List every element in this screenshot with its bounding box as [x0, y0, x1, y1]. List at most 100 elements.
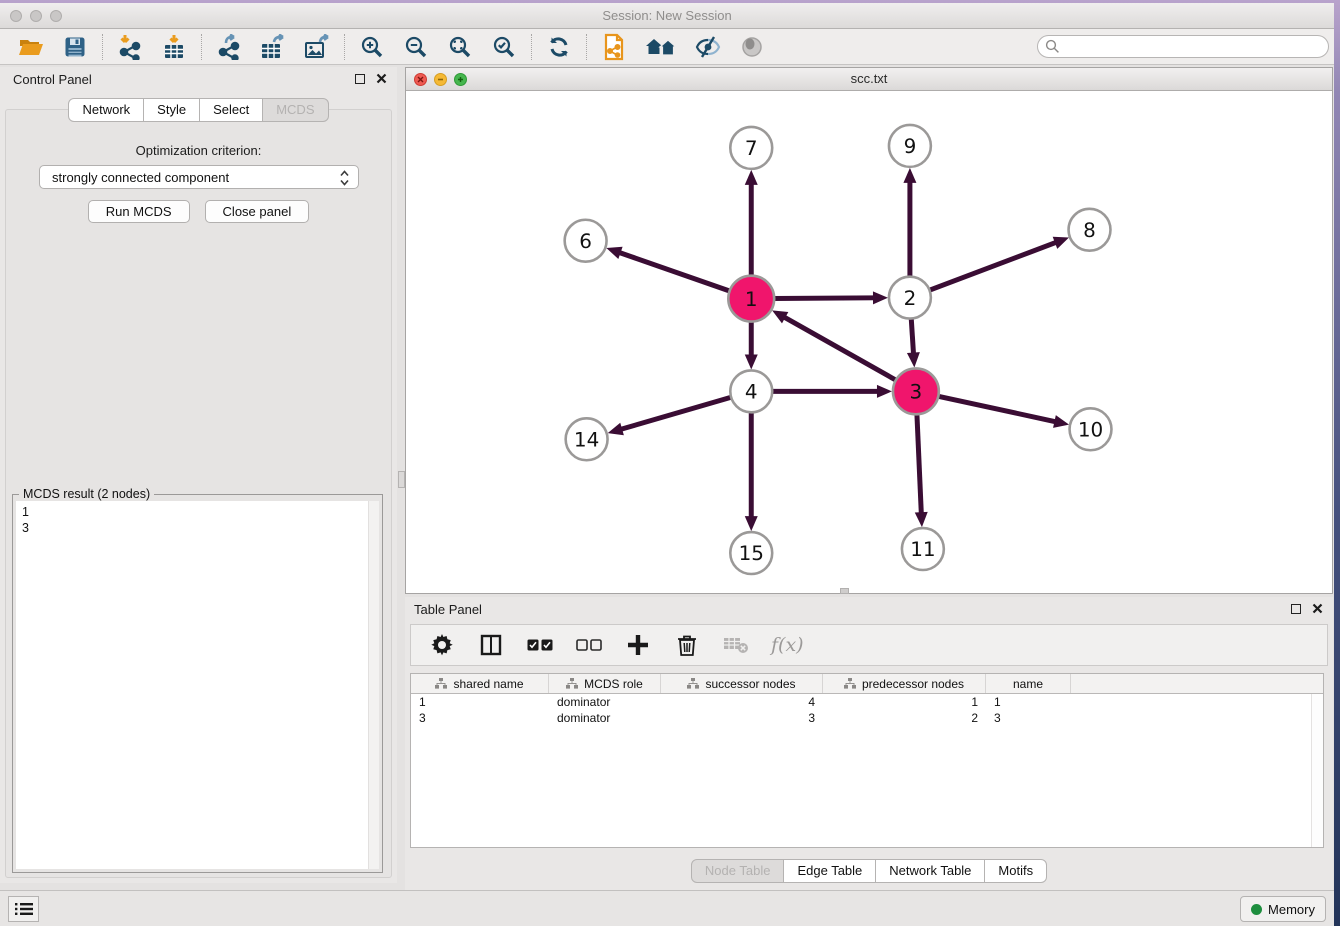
edge-1-2[interactable]	[774, 298, 875, 299]
search-box[interactable]	[1037, 35, 1329, 58]
delete-table-button[interactable]	[722, 631, 750, 659]
table-header-row: shared nameMCDS rolesuccessor nodes prede…	[411, 674, 1323, 694]
edge-3-1[interactable]	[783, 317, 895, 380]
column-label: predecessor nodes	[862, 677, 964, 691]
delete-row-button[interactable]	[673, 631, 701, 659]
minimize-window-button[interactable]	[30, 10, 42, 22]
table-cell[interactable]: 1	[823, 694, 986, 710]
tab-style[interactable]: Style	[144, 98, 200, 122]
export-image-button[interactable]	[303, 33, 331, 61]
table-cell[interactable]: 1	[986, 694, 1071, 710]
float-panel-icon[interactable]	[355, 74, 365, 84]
table-cell[interactable]: 4	[661, 694, 823, 710]
edge-2-8[interactable]	[930, 242, 1057, 290]
table-panel-title: Table Panel	[405, 597, 1333, 623]
deselect-all-rows-button[interactable]	[575, 631, 603, 659]
table-cell[interactable]: 3	[986, 710, 1071, 726]
criterion-select[interactable]: strongly connected component	[39, 165, 359, 189]
edge-1-6[interactable]	[619, 252, 730, 291]
node-table[interactable]: shared nameMCDS rolesuccessor nodes prede…	[410, 673, 1324, 848]
node-label-8: 8	[1083, 218, 1096, 242]
export-table-button[interactable]	[259, 33, 287, 61]
titlebar: Session: New Session	[0, 3, 1334, 29]
column-header-name[interactable]: name	[986, 674, 1071, 693]
network-minimize-button[interactable]	[434, 73, 447, 86]
export-network-button[interactable]	[215, 33, 243, 61]
table-cell[interactable]: dominator	[549, 710, 661, 726]
checked-boxes-icon	[527, 639, 553, 652]
mcds-result-text[interactable]: 13	[16, 501, 379, 869]
table-cell[interactable]: 2	[823, 710, 986, 726]
table-cell[interactable]: 3	[411, 710, 549, 726]
node-label-3: 3	[910, 380, 923, 404]
open-session-button[interactable]	[17, 33, 45, 61]
edge-2-3[interactable]	[911, 319, 913, 355]
run-mcds-button[interactable]: Run MCDS	[88, 200, 190, 223]
table-panel: Table Panel	[405, 597, 1333, 890]
tab-node-table[interactable]: Node Table	[691, 859, 785, 883]
edge-3-10[interactable]	[938, 396, 1056, 422]
result-line: 3	[22, 520, 373, 536]
hide-preview-button[interactable]	[694, 33, 722, 61]
column-header-MCDS-role[interactable]: MCDS role	[549, 674, 661, 693]
clone-network-button[interactable]	[600, 33, 628, 61]
float-table-panel-icon[interactable]	[1291, 604, 1301, 614]
edge-3-11[interactable]	[917, 414, 921, 514]
column-header-successor-nodes[interactable]: successor nodes	[661, 674, 823, 693]
tab-network[interactable]: Network	[68, 98, 144, 122]
main-toolbar	[0, 29, 1334, 65]
table-cell[interactable]: dominator	[549, 694, 661, 710]
memory-button[interactable]: Memory	[1240, 896, 1326, 922]
table-cell[interactable]: 3	[661, 710, 823, 726]
result-scrollbar[interactable]	[368, 501, 379, 869]
refresh-icon	[547, 35, 571, 59]
table-scrollbar[interactable]	[1311, 694, 1323, 847]
close-panel-icon[interactable]	[376, 73, 387, 84]
function-builder-button[interactable]: f(x)	[771, 634, 804, 656]
zoom-fit-button[interactable]	[446, 33, 474, 61]
node-label-7: 7	[745, 136, 758, 160]
table-cell[interactable]: 1	[411, 694, 549, 710]
network-window-titlebar[interactable]: scc.txt	[406, 68, 1332, 91]
vertical-splitter-handle[interactable]	[398, 471, 405, 488]
tab-edge-table[interactable]: Edge Table	[784, 859, 876, 883]
clone-network-icon	[602, 33, 626, 61]
zoom-out-button[interactable]	[402, 33, 430, 61]
close-table-panel-icon[interactable]	[1312, 603, 1323, 614]
zoom-selected-button[interactable]	[490, 33, 518, 61]
table-row[interactable]: 3dominator323	[411, 710, 1323, 726]
table-options-button[interactable]	[428, 631, 456, 659]
home-button[interactable]	[644, 33, 678, 61]
column-header-shared-name[interactable]: shared name	[411, 674, 549, 693]
import-table-button[interactable]	[160, 33, 188, 61]
zoom-in-button[interactable]	[358, 33, 386, 61]
network-graph[interactable]: 7968124314101511	[407, 91, 1331, 592]
column-header-predecessor-nodes[interactable]: predecessor nodes	[823, 674, 986, 693]
refresh-button[interactable]	[545, 33, 573, 61]
table-row[interactable]: 1dominator411	[411, 694, 1323, 710]
screen: Session: New Session	[0, 0, 1340, 926]
render-sphere-button[interactable]	[738, 33, 766, 61]
add-row-button[interactable]	[624, 631, 652, 659]
mcds-tab-content: Optimization criterion: strongly connect…	[5, 109, 392, 878]
tab-network-table[interactable]: Network Table	[876, 859, 985, 883]
select-all-rows-button[interactable]	[526, 631, 554, 659]
network-close-button[interactable]	[414, 73, 427, 86]
tab-motifs[interactable]: Motifs	[985, 859, 1047, 883]
edge-4-14[interactable]	[620, 397, 731, 429]
show-panels-button[interactable]	[8, 896, 39, 922]
tab-mcds[interactable]: MCDS	[263, 98, 328, 122]
import-network-button[interactable]	[116, 33, 144, 61]
maximize-window-button[interactable]	[50, 10, 62, 22]
save-session-button[interactable]	[61, 33, 89, 61]
tree-icon	[435, 678, 447, 689]
column-visibility-button[interactable]	[477, 631, 505, 659]
search-input[interactable]	[1064, 37, 1328, 56]
memory-label: Memory	[1268, 902, 1315, 917]
network-canvas[interactable]: 7968124314101511	[407, 91, 1331, 592]
close-panel-button[interactable]: Close panel	[205, 200, 310, 223]
close-window-button[interactable]	[10, 10, 22, 22]
network-maximize-button[interactable]	[454, 73, 467, 86]
horizontal-splitter-handle[interactable]	[840, 588, 849, 594]
tab-select[interactable]: Select	[200, 98, 263, 122]
